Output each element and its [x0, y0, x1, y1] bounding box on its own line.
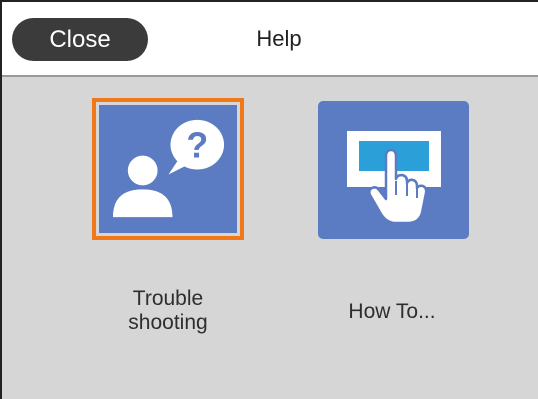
- top-bar: Close Help: [2, 2, 538, 77]
- page-title: Help: [256, 26, 302, 51]
- person-question-icon: ?: [112, 119, 225, 218]
- troubleshooting-label: Trouble shooting: [98, 287, 238, 335]
- troubleshooting-tile-face: ?: [99, 105, 237, 233]
- hand-touch-screen-icon: [347, 131, 441, 225]
- troubleshooting-label-line1: Trouble: [132, 287, 204, 310]
- svg-text:?: ?: [186, 126, 208, 166]
- troubleshooting-label-line2: shooting: [128, 311, 208, 334]
- how-to-tile[interactable]: [318, 101, 469, 239]
- help-screen: Close Help ? Trouble shooting How To...: [0, 0, 538, 399]
- close-button[interactable]: Close: [12, 18, 148, 61]
- how-to-label: How To...: [348, 300, 436, 323]
- troubleshooting-tile[interactable]: ?: [92, 98, 244, 240]
